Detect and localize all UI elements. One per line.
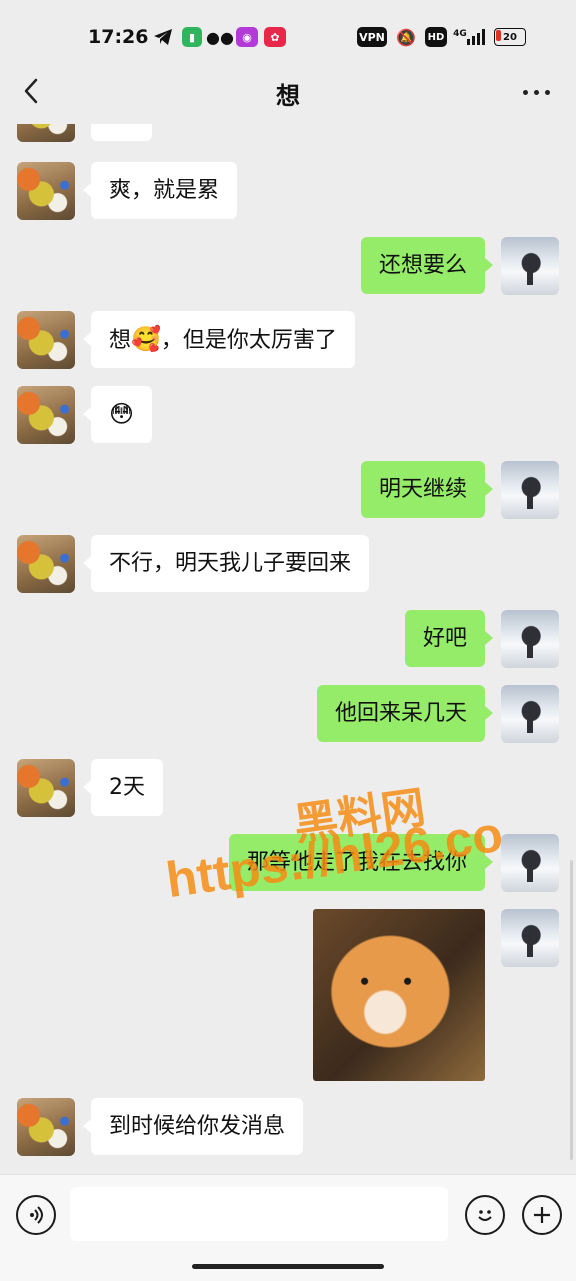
my-avatar[interactable] <box>501 610 559 668</box>
message-bubble[interactable]: 想🥰，但是你太厉害了 <box>83 311 355 368</box>
hd-badge: HD <box>425 27 447 47</box>
contact-avatar[interactable] <box>17 535 75 593</box>
scrollbar[interactable] <box>570 860 573 1160</box>
wechat-icon: ●● <box>206 27 234 47</box>
app-icon: ◉ <box>236 27 258 47</box>
app-icon-red: ✿ <box>264 27 286 47</box>
telegram-icon <box>152 27 174 47</box>
contact-avatar[interactable] <box>17 759 75 817</box>
message-bubble[interactable]: 还想要么 <box>360 237 494 294</box>
emoji-icon[interactable] <box>465 1195 505 1235</box>
cat-photo[interactable] <box>313 909 485 1081</box>
contact-avatar[interactable] <box>17 1098 75 1156</box>
message-bubble[interactable]: 2天 <box>83 759 163 816</box>
contact-avatar[interactable] <box>17 124 75 142</box>
battery-icon: 20 <box>492 27 528 47</box>
vpn-badge: VPN <box>357 27 387 47</box>
signal-icon <box>466 27 486 47</box>
chat-header: 想 <box>0 60 576 124</box>
my-avatar[interactable] <box>501 834 559 892</box>
emoji-flushed-icon: 😳 <box>109 400 135 428</box>
more-icon[interactable] <box>520 82 552 102</box>
message-bubble[interactable]: 爽，就是累 <box>82 162 238 219</box>
my-avatar[interactable] <box>501 237 559 295</box>
message-text: ，但是你太厉害了 <box>160 328 337 353</box>
chat-title: 想 <box>276 82 300 110</box>
message-input[interactable] <box>70 1187 448 1241</box>
battery-level: 20 <box>503 31 517 43</box>
message-bubble[interactable]: 好吧 <box>404 610 494 667</box>
home-indicator[interactable] <box>192 1264 384 1269</box>
contact-avatar[interactable] <box>17 311 75 369</box>
battery-app-icon: ▮ <box>182 27 202 47</box>
my-avatar[interactable] <box>501 909 559 967</box>
message-bubble[interactable]: 😳 <box>82 386 153 443</box>
mute-icon: 🔕 <box>396 27 416 47</box>
voice-icon[interactable] <box>16 1195 56 1235</box>
my-avatar[interactable] <box>501 685 559 743</box>
emoji-smile-hearts-icon: 🥰 <box>131 325 161 353</box>
message-bubble[interactable]: 到时候给你发消息 <box>82 1098 304 1155</box>
message-bubble[interactable]: 明天继续 <box>360 461 494 518</box>
message-list[interactable]: 😳 爽，就是累 还想要么 想🥰，但是你太厉害了 😳 明天继续 不行，明天我儿子要… <box>0 124 576 1174</box>
message-bubble[interactable]: 他回来呆几天 <box>316 685 494 742</box>
plus-icon[interactable] <box>522 1195 562 1235</box>
message-bubble[interactable]: 不行，明天我儿子要回来 <box>82 535 370 592</box>
message-bubble[interactable]: 那等他走了我在去找你 <box>228 834 494 891</box>
contact-avatar[interactable] <box>17 386 75 444</box>
message-text: 想 <box>109 328 132 353</box>
message-bubble-partial[interactable]: 😳 <box>91 124 153 141</box>
status-time: 17:26 <box>88 26 149 48</box>
my-avatar[interactable] <box>501 461 559 519</box>
contact-avatar[interactable] <box>17 162 75 220</box>
